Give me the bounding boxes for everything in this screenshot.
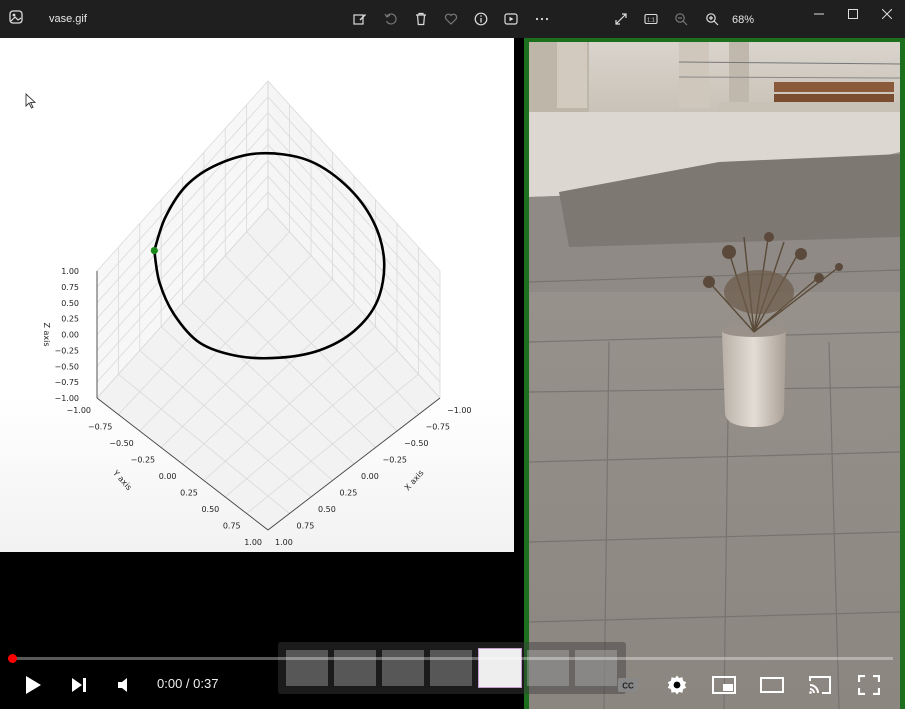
fit-icon[interactable] bbox=[612, 10, 630, 28]
rotate-icon[interactable] bbox=[382, 10, 400, 28]
thumbnail bbox=[286, 650, 328, 686]
x-tick-label: 1.00 bbox=[275, 538, 293, 547]
current-position-marker bbox=[150, 246, 158, 255]
zoom-out-icon[interactable] bbox=[672, 10, 690, 28]
photos-app-icon bbox=[9, 10, 23, 24]
thumbnail bbox=[527, 650, 569, 686]
z-tick-label: 0.00 bbox=[61, 331, 79, 340]
zoom-level: 68% bbox=[732, 14, 755, 26]
actual-size-icon[interactable]: 1:1 bbox=[642, 10, 660, 28]
cc-icon: CC bbox=[618, 678, 638, 692]
gear-icon bbox=[667, 675, 687, 695]
z-tick-label: −0.75 bbox=[54, 378, 79, 387]
x-tick-label: 0.25 bbox=[340, 489, 358, 498]
miniplayer-icon bbox=[712, 676, 736, 694]
volume-icon bbox=[118, 678, 127, 692]
settings-button[interactable] bbox=[663, 671, 691, 699]
x-tick-label: −0.50 bbox=[404, 439, 429, 448]
3d-plot: 1.000.750.500.250.00−0.25−0.50−0.75−1.00… bbox=[42, 80, 472, 547]
x-tick-label: 0.50 bbox=[318, 505, 336, 514]
thumbnail bbox=[430, 650, 472, 686]
x-axis-label: X axis bbox=[403, 468, 426, 492]
zoom-in-icon[interactable] bbox=[703, 10, 721, 28]
y-tick-label: −1.00 bbox=[66, 406, 91, 415]
close-button[interactable] bbox=[875, 6, 899, 22]
favorite-icon[interactable] bbox=[442, 10, 460, 28]
y-tick-label: 0.00 bbox=[159, 472, 177, 481]
z-tick-label: −0.50 bbox=[54, 362, 79, 371]
cast-icon bbox=[809, 676, 831, 694]
next-button[interactable] bbox=[66, 672, 92, 698]
subtitles-button[interactable]: CC bbox=[615, 673, 641, 697]
z-tick-label: 1.00 bbox=[61, 267, 79, 276]
play-button[interactable] bbox=[20, 672, 46, 698]
fullscreen-button[interactable] bbox=[855, 672, 883, 698]
more-icon[interactable] bbox=[533, 10, 551, 28]
theater-icon bbox=[760, 677, 784, 693]
y-tick-label: 0.50 bbox=[201, 505, 219, 514]
y-tick-label: −0.25 bbox=[131, 456, 156, 465]
title-bar: vase.gif 1:1 68% bbox=[0, 0, 905, 38]
minimize-button[interactable] bbox=[807, 6, 831, 22]
y-tick-label: 0.25 bbox=[180, 489, 198, 498]
x-tick-label: −0.25 bbox=[383, 456, 408, 465]
mute-button[interactable] bbox=[112, 672, 138, 698]
mouse-cursor-icon bbox=[25, 93, 37, 109]
thumbnail bbox=[575, 650, 617, 686]
x-tick-label: −0.75 bbox=[426, 423, 451, 432]
cast-button[interactable] bbox=[806, 672, 834, 698]
slideshow-icon[interactable] bbox=[502, 10, 520, 28]
play-icon bbox=[26, 676, 41, 694]
fullscreen-icon bbox=[858, 675, 880, 695]
info-icon[interactable] bbox=[472, 10, 490, 28]
edit-icon[interactable] bbox=[351, 10, 369, 28]
delete-icon[interactable] bbox=[412, 10, 430, 28]
theater-mode-button[interactable] bbox=[758, 672, 786, 698]
y-axis-label: Y axis bbox=[110, 468, 133, 492]
x-tick-label: −1.00 bbox=[447, 406, 472, 415]
thumbnail-current bbox=[478, 648, 522, 688]
time-display: 0:00 / 0:37 bbox=[157, 676, 219, 691]
y-tick-label: −0.50 bbox=[109, 439, 134, 448]
y-tick-label: −0.75 bbox=[88, 423, 113, 432]
z-tick-label: 0.75 bbox=[61, 283, 79, 292]
thumbnail bbox=[334, 650, 376, 686]
x-tick-label: 0.75 bbox=[297, 522, 315, 531]
storyboard-thumbnails bbox=[278, 642, 626, 694]
next-icon bbox=[72, 678, 86, 692]
z-tick-label: 0.50 bbox=[61, 299, 79, 308]
plot-panel: 1.00 0.75 0.50 0.25 0.00 −0.25 −0.50 −0.75 −1.00… bbox=[0, 38, 514, 552]
maximize-button[interactable] bbox=[841, 6, 865, 22]
z-tick-label: −0.25 bbox=[54, 346, 79, 355]
video-frame bbox=[524, 38, 905, 709]
z-tick-label: −1.00 bbox=[54, 394, 79, 403]
vase-photo bbox=[529, 42, 900, 709]
progress-scrubber[interactable] bbox=[8, 654, 17, 663]
svg-text:1:1: 1:1 bbox=[647, 17, 655, 23]
x-tick-label: 0.00 bbox=[361, 472, 379, 481]
miniplayer-button[interactable] bbox=[710, 672, 738, 698]
z-tick-label: 0.25 bbox=[61, 315, 79, 324]
progress-bar[interactable] bbox=[8, 654, 893, 663]
file-name: vase.gif bbox=[49, 13, 87, 25]
y-tick-label: 0.75 bbox=[223, 522, 241, 531]
thumbnail bbox=[382, 650, 424, 686]
y-tick-label: 1.00 bbox=[244, 538, 262, 547]
svg-text:CC: CC bbox=[622, 682, 634, 691]
z-axis-label: Z axis bbox=[42, 322, 51, 346]
